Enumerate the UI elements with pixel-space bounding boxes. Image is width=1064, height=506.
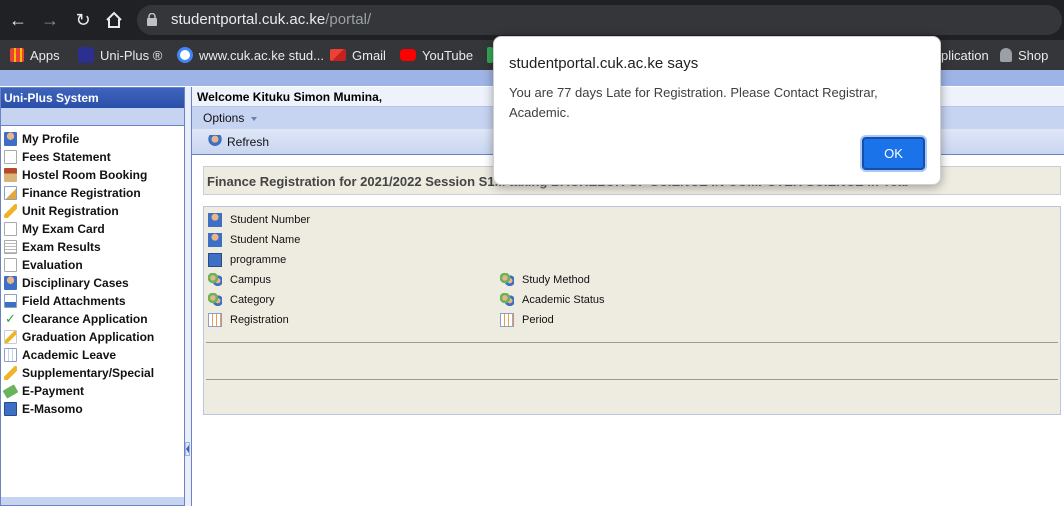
alert-dialog: studentportal.cuk.ac.ke says You are 77 … — [493, 36, 941, 185]
group-icon — [208, 273, 222, 287]
url-text: studentportal.cuk.ac.ke/portal/ — [171, 11, 372, 28]
group-icon — [500, 273, 514, 287]
book-icon — [208, 253, 222, 267]
calendar-icon — [4, 348, 17, 362]
divider — [206, 379, 1058, 380]
user-icon — [208, 233, 222, 247]
calendar-icon — [208, 313, 222, 327]
book-icon — [4, 402, 17, 416]
sidebar-item-academic-leave[interactable]: Academic Leave — [1, 346, 184, 364]
lock-icon — [147, 13, 157, 26]
sidebar-item-disciplinary-cases[interactable]: Disciplinary Cases — [1, 274, 184, 292]
bookmark-cuk[interactable]: www.cuk.ac.ke stud... — [177, 44, 324, 66]
field-period: Period — [500, 312, 554, 328]
sidebar-item-clearance-application[interactable]: ✓ Clearance Application — [1, 310, 184, 328]
edit-icon — [4, 186, 17, 200]
sidebar-item-hostel-room-booking[interactable]: Hostel Room Booking — [1, 166, 184, 184]
field-academic-status: Academic Status — [500, 292, 605, 308]
field-campus: Campus — [208, 272, 271, 288]
field-category: Category — [208, 292, 275, 308]
pencil-icon — [4, 204, 17, 218]
pencil-icon — [4, 366, 17, 380]
browser-toolbar: ← → ↻ studentportal.cuk.ac.ke/portal/ — [0, 0, 1064, 40]
sidebar-item-my-profile[interactable]: My Profile — [1, 130, 184, 148]
sidebar-item-field-attachments[interactable]: Field Attachments — [1, 292, 184, 310]
sidebar-item-fees-statement[interactable]: Fees Statement — [1, 148, 184, 166]
apps-grid-icon — [10, 48, 24, 62]
sidebar-title: Uni-Plus System — [1, 88, 184, 108]
sidebar-item-evaluation[interactable]: Evaluation — [1, 256, 184, 274]
check-icon: ✓ — [5, 311, 16, 326]
address-bar[interactable]: studentportal.cuk.ac.ke/portal/ — [137, 5, 1062, 35]
gmail-icon — [330, 49, 346, 61]
user-icon — [4, 276, 17, 290]
bookmark-apps[interactable]: Apps — [10, 44, 60, 66]
shop-icon — [1000, 48, 1012, 62]
student-details-panel: Student Number Student Name programme Ca… — [203, 206, 1061, 415]
uniplus-icon — [78, 47, 94, 63]
group-icon — [500, 293, 514, 307]
list-document-icon — [4, 240, 17, 254]
document-icon — [4, 222, 17, 236]
field-student-name: Student Name — [208, 232, 300, 248]
refresh-user-icon — [208, 134, 222, 149]
bookmark-youtube[interactable]: YouTube — [400, 44, 473, 66]
home-icon[interactable] — [102, 8, 126, 32]
document-icon — [4, 150, 17, 164]
field-programme: programme — [208, 252, 286, 268]
bookmark-uniplus[interactable]: Uni-Plus ® — [78, 44, 162, 66]
divider — [206, 342, 1058, 343]
sidebar-item-unit-registration[interactable]: Unit Registration — [1, 202, 184, 220]
sidebar-item-exam-results[interactable]: Exam Results — [1, 238, 184, 256]
sidebar-subheader — [1, 108, 184, 126]
sidebar-item-graduation-application[interactable]: Graduation Application — [1, 328, 184, 346]
house-icon — [4, 168, 17, 182]
sidebar-item-e-masomo[interactable]: E-Masomo — [1, 400, 184, 418]
bookmark-gmail[interactable]: Gmail — [330, 44, 386, 66]
dialog-message: You are 77 days Late for Registration. P… — [509, 85, 878, 120]
sidebar-item-supplementary-special[interactable]: Supplementary/Special — [1, 364, 184, 382]
reload-icon[interactable]: ↻ — [71, 8, 95, 32]
sidebar-item-my-exam-card[interactable]: My Exam Card — [1, 220, 184, 238]
dropdown-caret-icon — [251, 116, 258, 121]
user-document-icon — [4, 294, 17, 308]
forward-arrow-icon[interactable]: → — [38, 8, 62, 32]
ok-button[interactable]: OK — [862, 137, 925, 170]
document-icon — [4, 258, 17, 272]
group-icon — [208, 293, 222, 307]
field-student-number: Student Number — [208, 212, 310, 228]
sidebar: Uni-Plus System My Profile Fees Statemen… — [0, 87, 185, 506]
sidebar-footer — [1, 497, 184, 505]
back-arrow-icon[interactable]: ← — [6, 8, 30, 32]
dialog-title: studentportal.cuk.ac.ke says — [509, 55, 699, 72]
bookmark-shop[interactable]: Shop — [1000, 44, 1048, 66]
field-registration: Registration — [208, 312, 289, 328]
user-icon — [4, 132, 17, 146]
collapse-arrow-icon — [186, 445, 189, 453]
bookmark-application[interactable]: plication — [941, 44, 989, 66]
user-icon — [208, 213, 222, 227]
sidebar-item-finance-registration[interactable]: Finance Registration — [1, 184, 184, 202]
sidebar-menu: My Profile Fees Statement Hostel Room Bo… — [1, 126, 184, 418]
calendar-icon — [500, 313, 514, 327]
money-icon — [2, 383, 19, 399]
pencil-icon — [4, 330, 17, 344]
google-icon — [177, 47, 193, 63]
field-study-method: Study Method — [500, 272, 590, 288]
youtube-icon — [400, 49, 416, 61]
refresh-button[interactable]: Refresh — [208, 134, 269, 149]
sidebar-item-e-payment[interactable]: E-Payment — [1, 382, 184, 400]
